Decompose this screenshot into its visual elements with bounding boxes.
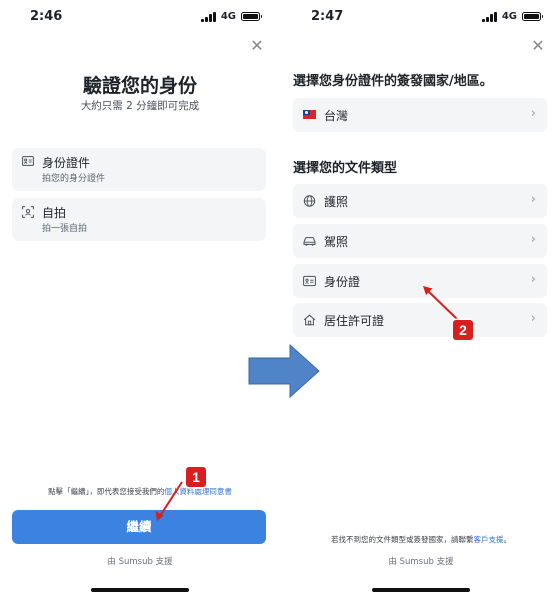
close-icon[interactable]: ✕ xyxy=(530,38,546,54)
option-id-document[interactable]: 身份證件 拍您的身分證件 xyxy=(12,148,266,191)
option-title: 自拍 xyxy=(42,206,67,220)
annotation-badge-2: 2 xyxy=(453,320,473,340)
chevron-right-icon: › xyxy=(530,192,536,207)
page-title: 驗證您的身份 xyxy=(82,75,197,97)
option-title: 身份證件 xyxy=(42,156,91,170)
help-prefix: 若找不到您的文件類型或簽發國家，請聯繫 xyxy=(331,535,474,544)
selfie-icon xyxy=(22,206,34,218)
left-phone-screen: 2:46 4G ✕ 驗證您的身份 大約只需 2 分鐘即可完成 身份證件 拍您的身… xyxy=(0,0,280,600)
doc-driving-license[interactable]: 駕照 › xyxy=(293,224,547,258)
id-card-icon xyxy=(22,156,34,166)
id-card-icon xyxy=(303,275,316,287)
status-icons: 4G xyxy=(482,11,543,22)
chevron-right-icon: › xyxy=(530,106,536,121)
doc-passport[interactable]: 護照 › xyxy=(293,184,547,218)
powered-by-footer: 由 Sumsub 支援 xyxy=(107,557,173,567)
page-subtitle: 大約只需 2 分鐘即可完成 xyxy=(80,100,200,112)
doc-id-card[interactable]: 身份證 › xyxy=(293,264,547,298)
help-text: 若找不到您的文件類型或簽發國家，請聯繫客戶支援。 xyxy=(281,534,559,545)
chevron-right-icon: › xyxy=(530,311,536,326)
powered-by-footer: 由 Sumsub 支援 xyxy=(388,557,454,567)
car-icon xyxy=(303,235,316,247)
annotation-badge-1: 1 xyxy=(186,467,206,487)
document-type-heading: 選擇您的文件類型 xyxy=(293,161,398,176)
chevron-right-icon: › xyxy=(530,232,536,247)
network-type: 4G xyxy=(220,11,236,22)
battery-icon xyxy=(241,12,262,21)
consent-text: 點擊「繼續」，即代表您接受我們的個人資料處理同意書 xyxy=(0,486,280,497)
network-type: 4G xyxy=(501,11,517,22)
doc-residence-permit[interactable]: 居住許可證 › xyxy=(293,303,547,337)
status-bar: 2:47 4G xyxy=(281,0,559,34)
home-icon xyxy=(303,314,316,326)
country-select-taiwan[interactable]: 台灣 › xyxy=(293,98,547,132)
support-link[interactable]: 客戶支援 xyxy=(474,535,504,544)
status-bar: 2:46 4G xyxy=(0,0,280,34)
chevron-right-icon: › xyxy=(530,272,536,287)
doc-label: 居住許可證 xyxy=(324,314,385,328)
status-time: 2:46 xyxy=(30,9,63,24)
continue-button[interactable]: 繼續 xyxy=(12,510,266,544)
country-heading: 選擇您身份證件的簽發國家/地區。 xyxy=(293,74,493,89)
consent-prefix: 點擊「繼續」，即代表您接受我們的 xyxy=(48,487,165,496)
status-time: 2:47 xyxy=(311,9,344,24)
taiwan-flag-icon xyxy=(303,110,316,119)
signal-icon xyxy=(482,11,497,22)
country-label: 台灣 xyxy=(324,109,349,123)
transition-arrow-icon xyxy=(248,344,320,398)
help-suffix: 。 xyxy=(503,535,512,544)
home-indicator xyxy=(372,588,470,592)
option-subtitle: 拍您的身分證件 xyxy=(42,174,106,184)
doc-label: 護照 xyxy=(324,195,349,209)
battery-icon xyxy=(522,12,543,21)
right-phone-screen: 2:47 4G ✕ 選擇您身份證件的簽發國家/地區。 台灣 › 選擇您的文件類型… xyxy=(281,0,559,600)
home-indicator xyxy=(91,588,189,592)
option-subtitle: 拍一張自拍 xyxy=(42,224,88,234)
consent-link[interactable]: 個人資料處理同意書 xyxy=(164,487,232,496)
option-selfie[interactable]: 自拍 拍一張自拍 xyxy=(12,198,266,241)
close-icon[interactable]: ✕ xyxy=(249,38,265,54)
signal-icon xyxy=(201,11,216,22)
status-icons: 4G xyxy=(201,11,262,22)
globe-icon xyxy=(303,195,316,207)
doc-label: 駕照 xyxy=(324,235,349,249)
doc-label: 身份證 xyxy=(324,275,361,289)
